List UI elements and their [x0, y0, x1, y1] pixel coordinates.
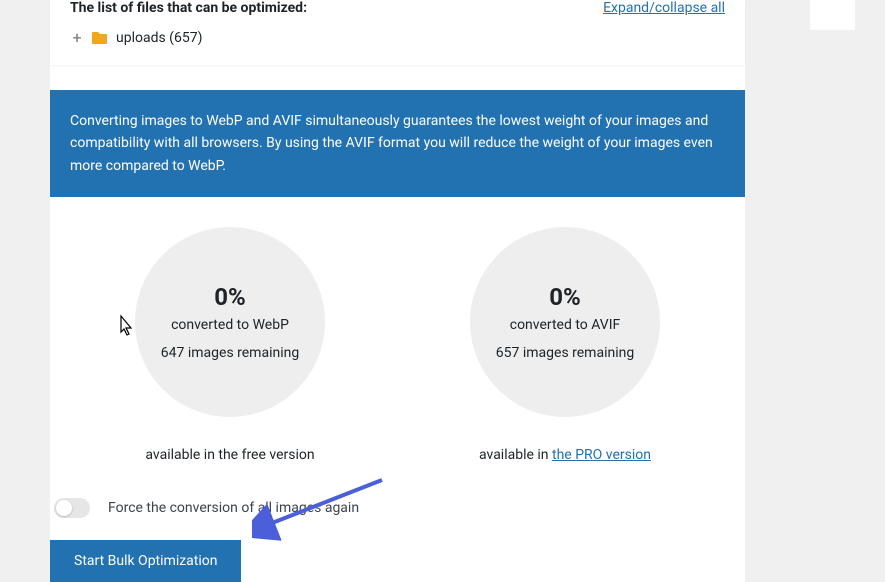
avif-availability: available in the PRO version	[479, 447, 651, 463]
sidebar-panel	[810, 0, 855, 30]
main-panel: The list of files that can be optimized:…	[50, 0, 745, 582]
toggle-knob	[56, 500, 72, 516]
expand-collapse-link[interactable]: Expand/collapse all	[603, 0, 725, 16]
webp-percent: 0%	[214, 283, 246, 311]
avif-percent: 0%	[549, 283, 581, 311]
start-bulk-optimization-button[interactable]: Start Bulk Optimization	[50, 540, 241, 582]
webp-availability: available in the free version	[145, 447, 314, 463]
webp-circle: 0% converted to WebP 647 images remainin…	[135, 227, 325, 417]
pro-version-link[interactable]: the PRO version	[552, 447, 651, 463]
force-conversion-label: Force the conversion of all images again	[108, 500, 359, 516]
folder-icon	[92, 31, 108, 45]
webp-remaining: 647 images remaining	[161, 345, 299, 361]
avif-stat: 0% converted to AVIF 657 images remainin…	[435, 227, 695, 463]
avif-remaining: 657 images remaining	[496, 345, 634, 361]
avif-circle: 0% converted to AVIF 657 images remainin…	[470, 227, 660, 417]
force-conversion-row: Force the conversion of all images again	[50, 498, 745, 518]
avif-avail-prefix: available in	[479, 447, 552, 463]
info-banner: Converting images to WebP and AVIF simul…	[50, 90, 745, 197]
webp-subtitle: converted to WebP	[171, 317, 289, 333]
folder-section-header: The list of files that can be optimized:…	[70, 0, 725, 16]
conversion-stats-row: 0% converted to WebP 647 images remainin…	[50, 227, 745, 463]
folder-section: The list of files that can be optimized:…	[50, 0, 745, 65]
webp-stat: 0% converted to WebP 647 images remainin…	[100, 227, 360, 463]
expand-icon[interactable]: +	[70, 28, 84, 47]
avif-subtitle: converted to AVIF	[510, 317, 621, 333]
folder-section-title: The list of files that can be optimized:	[70, 0, 307, 16]
force-conversion-toggle[interactable]	[54, 498, 90, 518]
folder-row-uploads[interactable]: + uploads (657)	[70, 16, 725, 47]
folder-label: uploads (657)	[116, 30, 202, 46]
